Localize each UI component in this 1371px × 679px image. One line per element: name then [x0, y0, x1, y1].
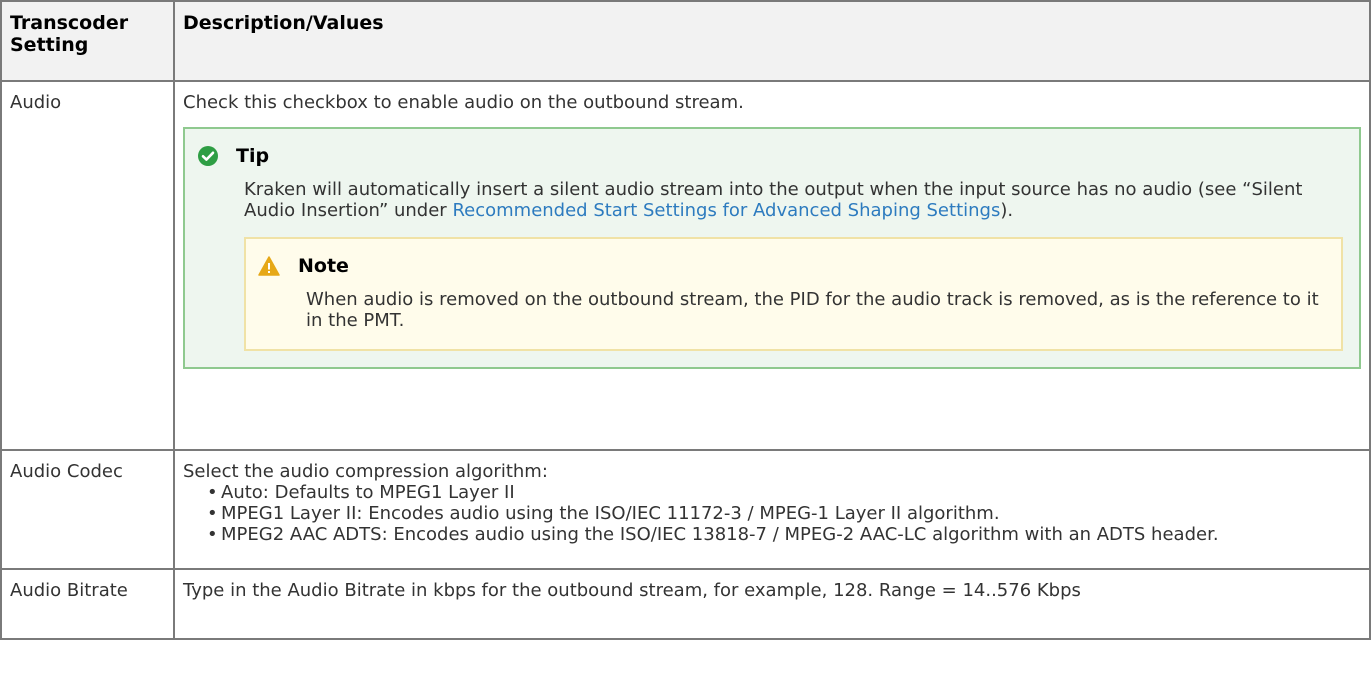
- header-transcoder-setting: Transcoder Setting: [0, 0, 175, 82]
- tip-header: Tip: [197, 145, 1343, 167]
- tip-body: Kraken will automatically insert a silen…: [244, 179, 1343, 221]
- setting-cell-audio-codec: Audio Codec: [0, 449, 175, 570]
- audio-codec-description: Select the audio compression algorithm:: [183, 461, 548, 482]
- tip-text-after: ).: [1000, 200, 1014, 221]
- check-circle-icon: [197, 145, 219, 167]
- table-row-audio: Audio Check this checkbox to enable audi…: [0, 80, 1371, 451]
- header-description-values: Description/Values: [173, 0, 1371, 82]
- description-cell-audio-bitrate: Type in the Audio Bitrate in kbps for th…: [173, 568, 1371, 640]
- settings-table: Transcoder Setting Description/Values Au…: [0, 0, 1371, 640]
- note-body: When audio is removed on the outbound st…: [306, 289, 1319, 331]
- list-item: MPEG2 AAC ADTS: Encodes audio using the …: [207, 524, 1361, 545]
- list-item: Auto: Defaults to MPEG1 Layer II: [207, 482, 1361, 503]
- description-cell-audio-codec: Select the audio compression algorithm: …: [173, 449, 1371, 570]
- setting-cell-audio-bitrate: Audio Bitrate: [0, 568, 175, 640]
- table-row-audio-bitrate: Audio Bitrate Type in the Audio Bitrate …: [0, 568, 1371, 640]
- recommended-settings-link[interactable]: Recommended Start Settings for Advanced …: [452, 200, 1000, 221]
- description-cell-audio: Check this checkbox to enable audio on t…: [173, 80, 1371, 451]
- setting-cell-audio: Audio: [0, 80, 175, 451]
- list-item: MPEG1 Layer II: Encodes audio using the …: [207, 503, 1361, 524]
- note-header: Note: [258, 255, 1325, 277]
- table-header-row: Transcoder Setting Description/Values: [0, 0, 1371, 82]
- tip-panel: Tip Kraken will automatically insert a s…: [183, 127, 1361, 369]
- note-panel: Note When audio is removed on the outbou…: [244, 237, 1343, 351]
- warning-icon: [258, 255, 280, 277]
- tip-title: Tip: [236, 145, 270, 167]
- codec-options-list: Auto: Defaults to MPEG1 Layer II MPEG1 L…: [183, 482, 1361, 545]
- table-row-audio-codec: Audio Codec Select the audio compression…: [0, 449, 1371, 570]
- note-title: Note: [298, 255, 349, 277]
- audio-description: Check this checkbox to enable audio on t…: [183, 92, 744, 113]
